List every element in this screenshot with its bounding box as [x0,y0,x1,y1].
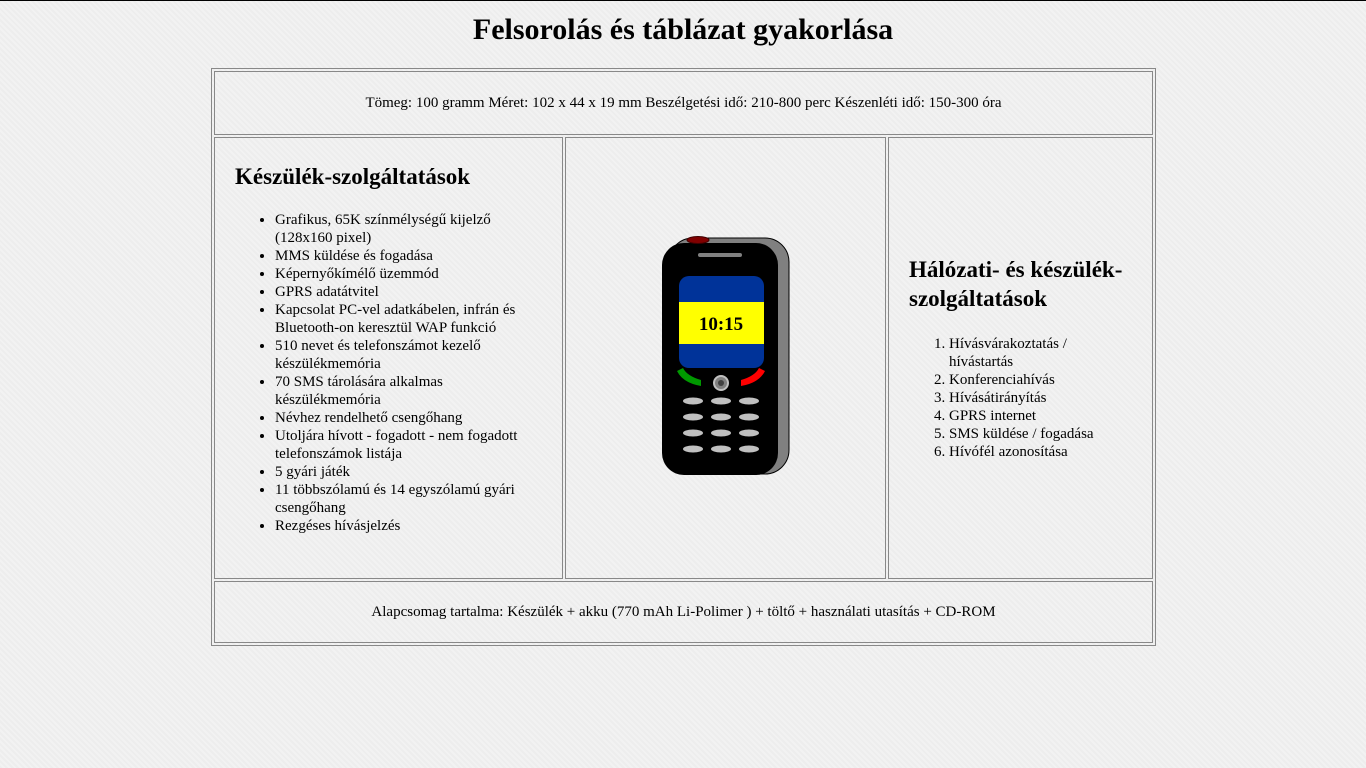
network-services-list: Hívásvárakoztatás / hívástartás Konferen… [909,335,1132,461]
key [710,397,731,404]
key [682,429,703,436]
key [710,445,731,452]
spec-table: Tömeg: 100 gramm Méret: 102 x 44 x 19 mm… [211,68,1156,646]
key [682,413,703,420]
list-item: Hívófél azonosítása [949,443,1132,461]
key [738,445,759,452]
list-item: Kapcsolat PC-vel adatkábelen, infrán és … [275,301,542,337]
page-title: Felsorolás és táblázat gyakorlása [472,13,894,46]
phone-image: 10:15 [661,235,789,475]
network-services-heading: Hálózati- és készülék-szolgáltatások [909,257,1123,311]
specs-cell: Tömeg: 100 gramm Méret: 102 x 44 x 19 mm… [214,71,1153,135]
list-item: Rezgéses hívásjelzés [275,517,542,535]
list-item: 5 gyári játék [275,463,542,481]
list-item: Hívásvárakoztatás / hívástartás [949,335,1132,371]
key [710,429,731,436]
specs-text: Tömeg: 100 gramm Méret: 102 x 44 x 19 mm… [365,94,1002,111]
key [682,397,703,404]
list-item: Konferenciahívás [949,371,1132,389]
package-cell: Alapcsomag tartalma: Készülék + akku (77… [214,581,1153,643]
device-services-list: Grafikus, 65K színmélységű kijelző (128x… [235,211,542,535]
list-item: GPRS internet [949,407,1132,425]
list-item: MMS küldése és fogadása [275,247,542,265]
key [738,397,759,404]
list-item: 70 SMS tárolására alkalmas készülékmemór… [275,373,542,409]
key [710,413,731,420]
phone-clock: 10:15 [698,314,742,335]
list-item: SMS küldése / fogadása [949,425,1132,443]
key [738,429,759,436]
list-item: 510 nevet és telefonszámot kezelő készül… [275,337,542,373]
list-item: Utoljára hívott - fogadott - nem fogadot… [275,427,542,463]
list-item: Hívásátirányítás [949,389,1132,407]
list-item: Grafikus, 65K színmélységű kijelző (128x… [275,211,542,247]
device-services-heading: Készülék-szolgáltatások [235,164,471,189]
list-item: Névhez rendelhető csengőhang [275,409,542,427]
list-item: 11 többszólamú és 14 egyszólamú gyári cs… [275,481,542,517]
network-services-cell: Hálózati- és készülék-szolgáltatások Hív… [888,137,1153,579]
navigation-button-center [717,379,724,386]
list-item: GPRS adatátvitel [275,283,542,301]
key [738,413,759,420]
list-item: Képernyőkímélő üzemmód [275,265,542,283]
key [682,445,703,452]
package-text: Alapcsomag tartalma: Készülék + akku (77… [371,603,996,620]
phone-image-cell: 10:15 [565,137,886,579]
phone-top-button [686,235,709,244]
device-services-cell: Készülék-szolgáltatások Grafikus, 65K sz… [214,137,563,579]
phone-earpiece [697,252,742,257]
